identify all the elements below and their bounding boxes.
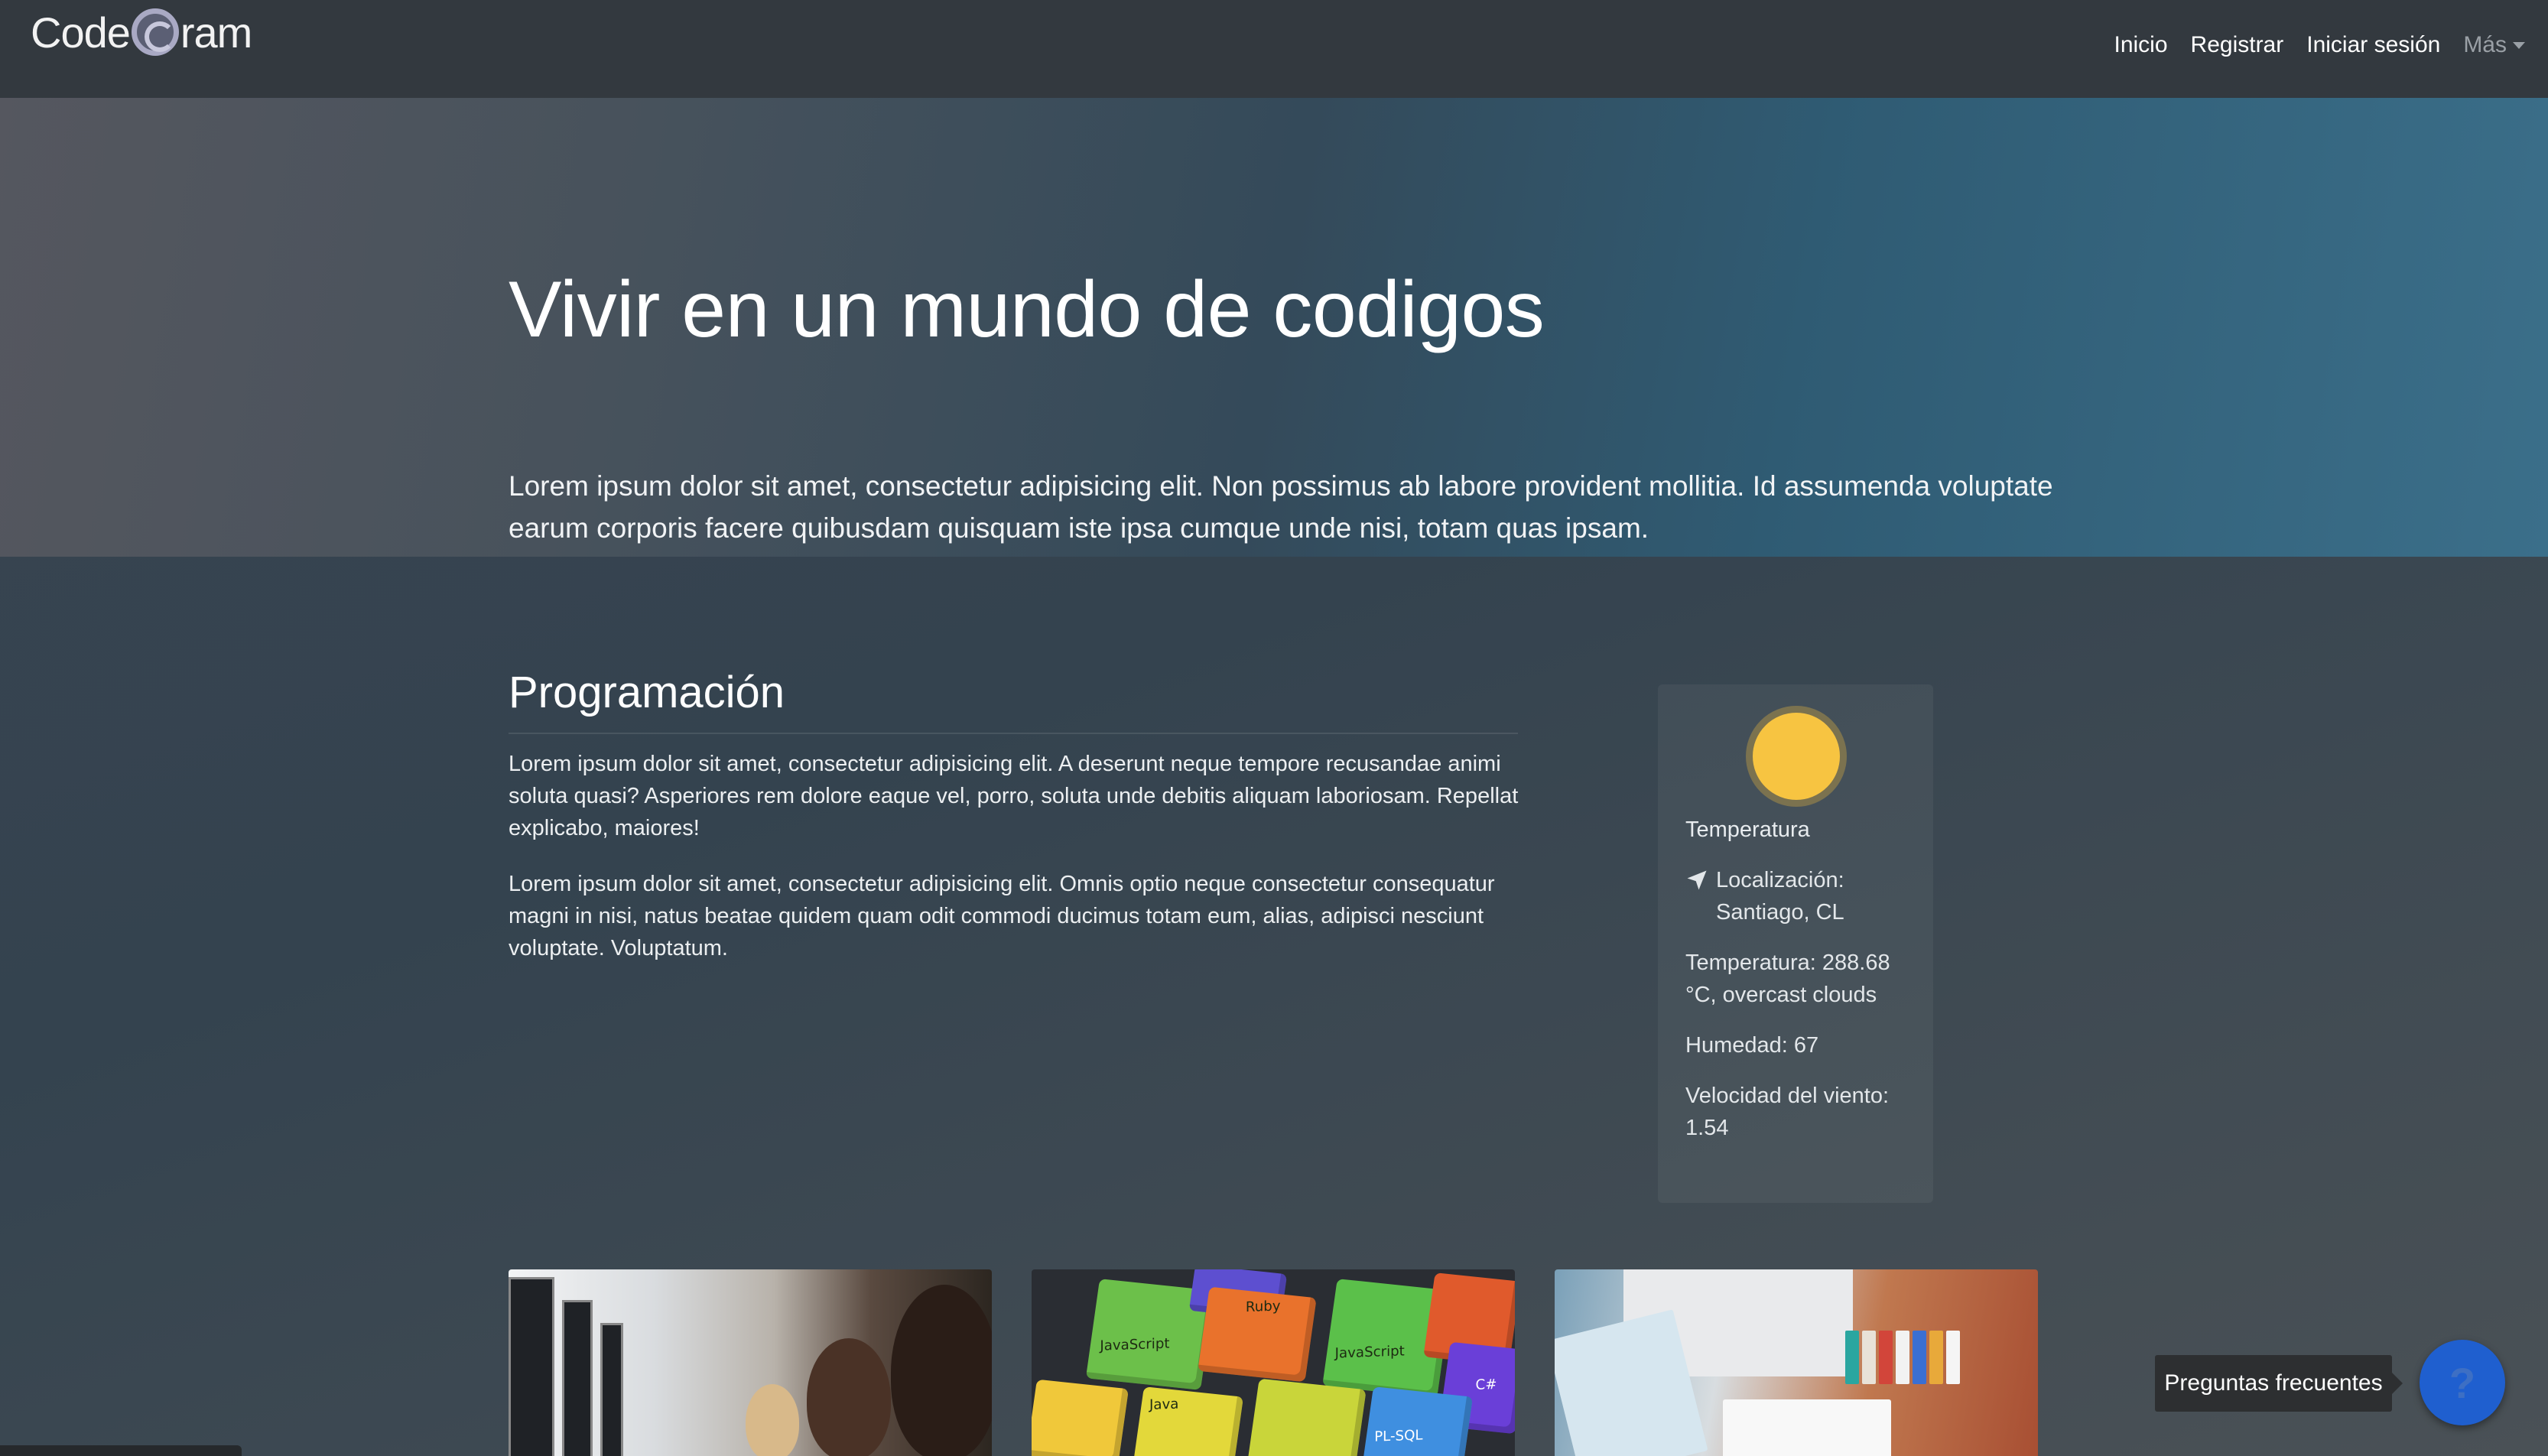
section-title: Programación [509,668,785,717]
cube-label: C# [1475,1376,1497,1393]
monitor-shape [562,1300,593,1456]
weather-location-text: Localización: Santiago, CL [1716,868,1844,925]
cube-shape: Ruby [1198,1286,1317,1383]
brand-text-start: Code [31,8,131,57]
faq-tooltip[interactable]: Preguntas frecuentes [2155,1355,2403,1412]
monitor-shape [509,1277,554,1456]
nav-dropdown-mas[interactable]: Más [2463,32,2525,58]
brand-text-end: ram [180,8,252,57]
caret-down-icon [2513,41,2525,49]
card-image-code-cubes[interactable]: JavaScript Ruby JavaScript C# Java PL-SQ… [1032,1269,1515,1456]
cube-label: Ruby [1245,1298,1281,1316]
cube-shape [1247,1378,1367,1456]
nav-link-registrar[interactable]: Registrar [2191,32,2284,58]
weather-temperature: Temperatura: 288.68 °C, overcast clouds [1685,951,1890,1007]
weather-icon-wrap [1685,706,1907,807]
hero-banner: Vivir en un mundo de codigos Lorem ipsum… [0,98,2548,557]
nav-link-inicio[interactable]: Inicio [2114,32,2167,58]
section-divider [509,733,1518,734]
weather-wind: Velocidad del viento: 1.54 [1685,1084,1890,1140]
booklet-shape [1723,1399,1891,1456]
cube-shape: Java [1133,1386,1244,1456]
page: Code ram Inicio Registrar Iniciar sesión… [0,0,2548,1456]
book-shape [1913,1331,1926,1384]
cube-label: JavaScript [1100,1335,1170,1354]
faq-question-button[interactable]: ? [2420,1340,2505,1425]
cube-label: Java [1149,1396,1179,1413]
book-shape [1862,1331,1876,1384]
nav-link-iniciar-sesion[interactable]: Iniciar sesión [2306,32,2440,58]
brand-logo[interactable]: Code ram [31,8,252,57]
book-shape [1929,1331,1943,1384]
book-shape [1946,1331,1960,1384]
book-shape [1845,1331,1859,1384]
section-paragraph-1: Lorem ipsum dolor sit amet, consectetur … [509,752,1519,840]
nav-dropdown-label: Más [2463,32,2507,57]
section-paragraph-2: Lorem ipsum dolor sit amet, consectetur … [509,872,1495,960]
hero-text: Lorem ipsum dolor sit amet, consectetur … [509,470,2053,544]
weather-humidity: Humedad: 67 [1685,1033,1819,1058]
cube-label: JavaScript [1334,1343,1405,1362]
brand-mark-icon [131,8,179,56]
person-shape [807,1338,891,1456]
cube-label: PL-SQL [1374,1427,1423,1445]
person-shape [746,1384,799,1456]
person-shape [891,1285,992,1456]
book-shape [1896,1331,1909,1384]
navbar: Code ram Inicio Registrar Iniciar sesión… [0,0,2548,98]
nav-links: Inicio Registrar Iniciar sesión Más [2114,32,2525,58]
cube-shape [1032,1379,1129,1456]
book-shape [1879,1331,1893,1384]
location-arrow-icon [1687,870,1707,890]
weather-location: Localización: Santiago, CL [1685,864,1907,928]
question-icon: ? [2449,1358,2476,1407]
cube-shape: PL-SQL [1362,1386,1474,1456]
card-image-desk[interactable] [1555,1269,2038,1456]
weather-card: Temperatura Localización: Santiago, CL T… [1658,684,1933,1203]
hero-title: Vivir en un mundo de codigos [509,265,1545,354]
card-image-students[interactable] [509,1269,992,1456]
sun-icon [1746,706,1847,807]
corner-tab[interactable] [0,1445,242,1456]
weather-label: Temperatura [1685,817,1810,842]
monitor-shape [600,1323,623,1456]
